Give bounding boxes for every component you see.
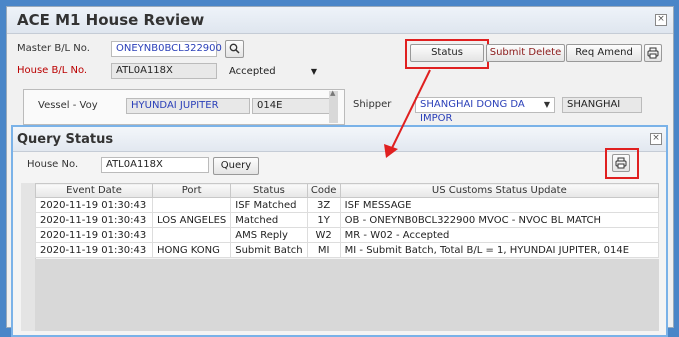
house-no-label: House No.: [27, 159, 79, 170]
cell-update: MI - Submit Batch, Total B/L = 1, HYUNDA…: [339, 242, 660, 258]
main-title-bar: ACE M1 House Review ×: [7, 7, 673, 34]
print-icon: [647, 47, 659, 59]
table-header-row: Event Date Port Status Code US Customs S…: [35, 183, 660, 198]
grid-empty-area: [35, 259, 659, 331]
column-port[interactable]: Port: [151, 183, 232, 198]
close-icon[interactable]: ×: [650, 133, 662, 145]
scroll-up-icon: ▲: [330, 89, 336, 97]
cell-update: ISF MESSAGE: [339, 197, 660, 213]
query-status-window: Query Status × House No. ATL0A118X Query…: [11, 125, 668, 337]
shipper-select-value: SHANGHAI DONG DA IMPOR: [420, 99, 525, 124]
vessel-label: Vessel - Voy: [38, 100, 98, 111]
cell-port: HONG KONG: [151, 242, 232, 258]
house-no-field[interactable]: ATL0A118X: [101, 157, 209, 173]
cell-update: OB - ONEYNB0BCL322900 MVOC - NVOC BL MAT…: [339, 212, 660, 228]
main-window-title: ACE M1 House Review: [17, 11, 205, 29]
master-bl-label: Master B/L No.: [17, 43, 90, 54]
cell-event-date: 2020-11-19 01:30:43: [35, 197, 153, 213]
query-window-title: Query Status: [17, 132, 114, 147]
column-code[interactable]: Code: [306, 183, 341, 198]
table-row[interactable]: 2020-11-19 01:30:43 HONG KONG Submit Bat…: [35, 242, 660, 258]
master-bl-field[interactable]: ONEYNB0BCL322900: [111, 41, 222, 57]
dropdown-arrow-icon: ▼: [310, 67, 317, 76]
ace-m1-house-review-window: ACE M1 House Review × Master B/L No. ONE…: [6, 6, 674, 337]
status-select-value: Accepted: [229, 66, 276, 77]
column-us-customs-status-update[interactable]: US Customs Status Update: [339, 183, 660, 198]
cell-code: 3Z: [306, 197, 341, 213]
house-bl-label: House B/L No.: [17, 65, 88, 76]
cell-port: LOS ANGELES: [151, 212, 232, 228]
vessel-frame: Vessel - Voy HYUNDAI JUPITER 014E: [23, 89, 345, 125]
cell-port: [151, 227, 232, 243]
shipper-city-field[interactable]: SHANGHAI: [562, 97, 642, 113]
cell-code: 1Y: [306, 212, 341, 228]
dropdown-arrow-icon: ▼: [543, 100, 550, 109]
cell-status: Submit Batch: [230, 242, 308, 258]
cell-status: ISF Matched: [230, 197, 308, 213]
query-status-table: Event Date Port Status Code US Customs S…: [35, 183, 660, 258]
shipper-select[interactable]: SHANGHAI DONG DA IMPOR ▼: [415, 97, 555, 124]
column-event-date[interactable]: Event Date: [35, 183, 153, 198]
status-select[interactable]: Accepted ▼: [229, 65, 319, 79]
submit-delete-button[interactable]: Submit Delete: [486, 44, 565, 62]
search-icon: [229, 43, 240, 54]
shipper-label: Shipper: [353, 99, 392, 110]
voyage-field[interactable]: 014E: [252, 98, 330, 114]
cell-event-date: 2020-11-19 01:30:43: [35, 227, 153, 243]
cell-code: MI: [306, 242, 341, 258]
cell-update: MR - W02 - Accepted: [339, 227, 660, 243]
query-print-button[interactable]: [612, 154, 630, 172]
print-button[interactable]: [644, 44, 662, 62]
cell-port: [151, 197, 232, 213]
query-title-bar: Query Status ×: [13, 127, 666, 152]
print-icon: [615, 157, 627, 169]
grid-row-gutter: [21, 183, 36, 331]
close-icon[interactable]: ×: [655, 14, 667, 26]
cell-status: Matched: [230, 212, 308, 228]
table-row[interactable]: 2020-11-19 01:30:43 AMS Reply W2 MR - W0…: [35, 227, 660, 243]
table-row[interactable]: 2020-11-19 01:30:43 ISF Matched 3Z ISF M…: [35, 197, 660, 213]
req-amend-button[interactable]: Req Amend: [566, 44, 642, 62]
cell-event-date: 2020-11-19 01:30:43: [35, 242, 153, 258]
cell-event-date: 2020-11-19 01:30:43: [35, 212, 153, 228]
cell-status: AMS Reply: [230, 227, 308, 243]
vessel-field[interactable]: HYUNDAI JUPITER: [126, 98, 250, 114]
table-row[interactable]: 2020-11-19 01:30:43 LOS ANGELES Matched …: [35, 212, 660, 228]
status-button[interactable]: Status: [410, 44, 484, 62]
house-bl-field[interactable]: ATL0A118X: [111, 63, 217, 79]
cell-code: W2: [306, 227, 341, 243]
vessel-scrollbar[interactable]: ▲: [329, 89, 338, 123]
search-button[interactable]: [225, 40, 244, 58]
query-button[interactable]: Query: [213, 157, 259, 175]
column-status[interactable]: Status: [230, 183, 308, 198]
